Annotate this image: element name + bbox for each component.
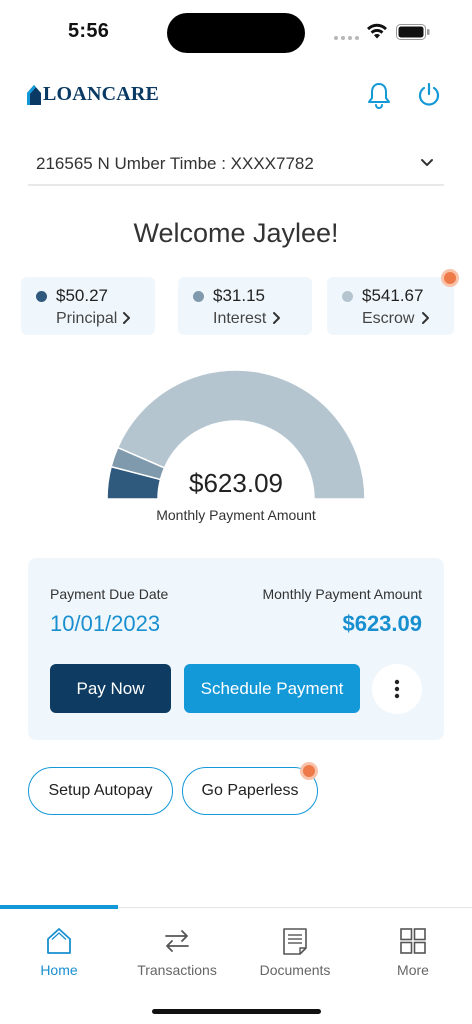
interest-amount: $31.15: [213, 286, 265, 305]
interest-dot: [193, 291, 204, 302]
grid-icon: [400, 928, 426, 954]
tab-transactions-label: Transactions: [137, 962, 217, 978]
status-bar: 5:56: [0, 0, 472, 64]
logo-text: LOANCARE: [43, 83, 160, 105]
setup-autopay-button[interactable]: Setup Autopay: [28, 767, 173, 815]
tab-more-label: More: [397, 962, 429, 978]
cellular-signal-icon: [334, 36, 359, 40]
payment-amount-value: $623.09: [342, 611, 422, 636]
chevron-right-icon: [273, 312, 280, 324]
go-paperless-button[interactable]: Go Paperless: [182, 767, 318, 815]
gauge-label: Monthly Payment Amount: [156, 507, 316, 523]
principal-amount: $50.27: [56, 286, 108, 305]
payment-card: Payment Due Date Monthly Payment Amount …: [28, 558, 444, 740]
bottom-tab-bar: Home Transactions Documents More: [0, 905, 472, 1024]
escrow-notification-badge: [441, 269, 459, 287]
tab-documents-label: Documents: [259, 962, 331, 978]
bell-icon[interactable]: [366, 81, 392, 109]
account-selector[interactable]: 216565 N Umber Timbe : XXXX7782: [28, 146, 444, 186]
tab-documents[interactable]: Documents: [236, 926, 354, 986]
chevron-right-icon: [123, 312, 130, 324]
app-header: LOANCARE: [0, 76, 472, 116]
due-date-label: Payment Due Date: [50, 586, 169, 602]
interest-label: Interest: [213, 310, 267, 327]
power-icon[interactable]: [416, 81, 442, 109]
escrow-chip[interactable]: $541.67 Escrow: [327, 277, 454, 335]
kebab-menu-icon: [394, 679, 400, 699]
documents-icon: [283, 928, 307, 955]
more-options-button[interactable]: [372, 664, 422, 714]
pay-now-button[interactable]: Pay Now: [50, 664, 171, 713]
schedule-payment-button[interactable]: Schedule Payment: [184, 664, 360, 713]
house-logo-icon: [27, 84, 41, 105]
dynamic-island: [167, 13, 305, 53]
gauge-amount: $623.09: [189, 468, 283, 498]
wifi-icon: [367, 23, 387, 39]
loancare-logo: LOANCARE: [27, 83, 159, 106]
principal-label: Principal: [56, 310, 118, 327]
status-time: 5:56: [68, 20, 110, 42]
principal-chip[interactable]: $50.27 Principal: [21, 277, 155, 335]
transactions-icon: [165, 930, 189, 952]
tab-home[interactable]: Home: [0, 926, 118, 986]
tab-home-label: Home: [40, 962, 78, 978]
chevron-right-icon: [422, 312, 429, 324]
home-icon: [47, 928, 71, 954]
escrow-label: Escrow: [362, 310, 415, 327]
active-tab-indicator: [0, 905, 118, 909]
account-label: 216565 N Umber Timbe : XXXX7782: [36, 154, 314, 173]
escrow-dot: [342, 291, 353, 302]
chevron-down-icon: [421, 159, 433, 166]
welcome-heading: Welcome Jaylee!: [133, 218, 339, 248]
escrow-amount: $541.67: [362, 286, 424, 305]
payment-amount-label: Monthly Payment Amount: [262, 586, 422, 602]
due-date-value: 10/01/2023: [50, 611, 161, 636]
tab-more[interactable]: More: [354, 926, 472, 986]
principal-dot: [36, 291, 47, 302]
tab-transactions[interactable]: Transactions: [118, 926, 236, 986]
battery-icon: [396, 24, 430, 40]
interest-chip[interactable]: $31.15 Interest: [178, 277, 312, 335]
paperless-notification-badge: [300, 762, 318, 780]
home-indicator: [152, 1009, 321, 1014]
